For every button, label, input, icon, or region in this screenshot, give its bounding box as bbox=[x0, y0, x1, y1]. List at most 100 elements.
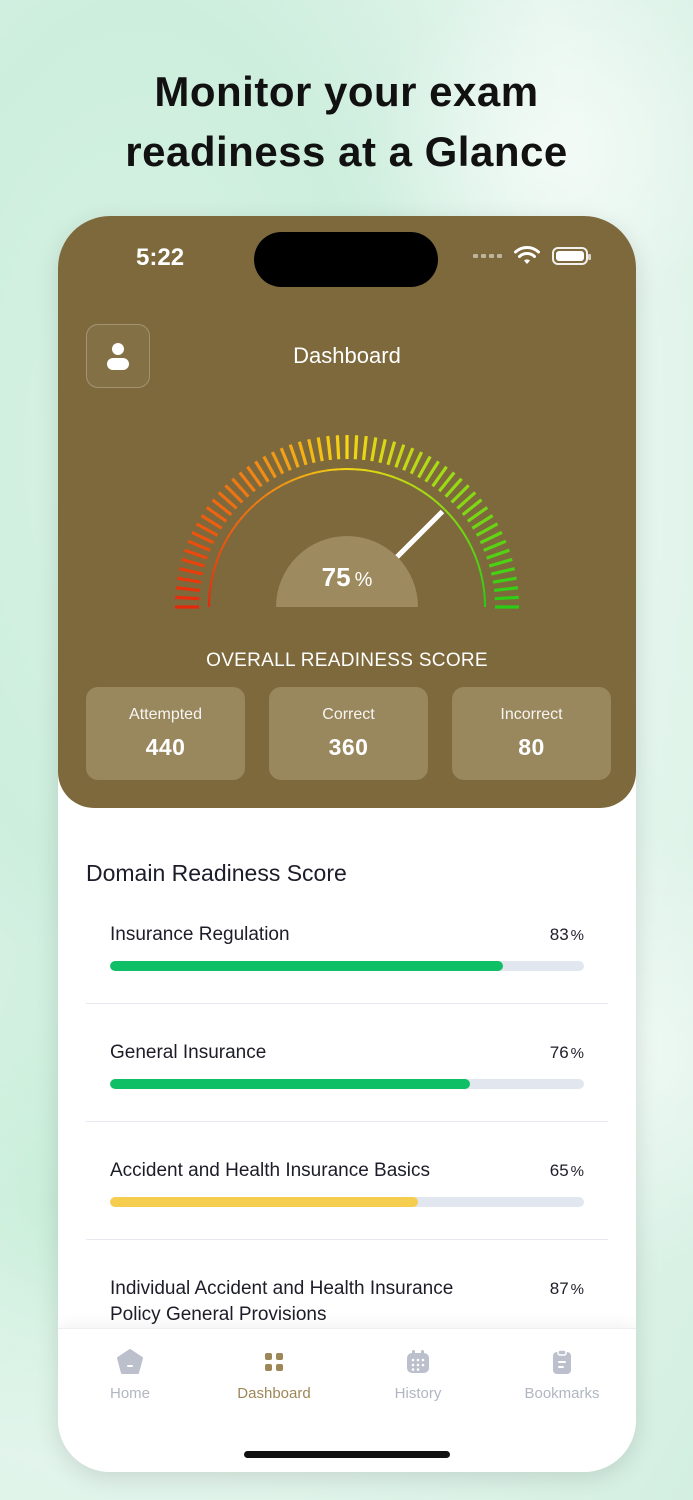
domain-progress-fill bbox=[110, 1079, 471, 1089]
gauge-percent-sign: % bbox=[355, 569, 373, 591]
domain-progress-fill bbox=[110, 961, 504, 971]
domain-percent: 76% bbox=[550, 1040, 584, 1067]
gauge-tick bbox=[378, 438, 387, 464]
gauge-tick bbox=[175, 586, 201, 593]
status-time: 5:22 bbox=[136, 244, 185, 271]
gauge-inner-arc-segment bbox=[208, 592, 211, 600]
gauge-inner-arc-segment bbox=[427, 494, 435, 501]
phone-frame: 5:22 Dashboard 75% OVERALL READINESS SCO… bbox=[58, 216, 636, 1472]
domain-item-general-insurance[interactable]: General Insurance 76% bbox=[86, 1004, 608, 1122]
domain-percent-value: 76 bbox=[549, 1043, 569, 1062]
gauge-tick bbox=[270, 451, 285, 475]
gauge-inner-arc-segment bbox=[443, 508, 451, 516]
gauge-inner-arc-segment bbox=[243, 508, 251, 516]
gauge-inner-arc-segment bbox=[212, 564, 217, 572]
gauge-tick bbox=[181, 557, 206, 568]
gauge-inner-arc-segment bbox=[409, 483, 417, 489]
gauge-tick bbox=[175, 595, 200, 601]
gauge-needle bbox=[387, 509, 445, 567]
gauge-inner-arc-segment bbox=[415, 486, 423, 493]
domain-percent-value: 83 bbox=[549, 925, 569, 944]
domain-item-insurance-regulation[interactable]: Insurance Regulation 83% bbox=[86, 914, 608, 1004]
gauge-tick bbox=[417, 455, 432, 479]
tab-home[interactable]: Home bbox=[70, 1347, 190, 1402]
gauge-inner-arc-segment bbox=[483, 592, 486, 600]
home-icon bbox=[117, 1349, 143, 1374]
gauge-tick bbox=[479, 530, 503, 545]
stat-value: 80 bbox=[518, 734, 545, 760]
domain-percent-value: 65 bbox=[549, 1161, 569, 1180]
gauge-inner-arc-segment bbox=[325, 468, 333, 472]
gauge-tick bbox=[475, 522, 499, 537]
gauge-inner-arc-segment bbox=[230, 525, 237, 533]
gauge-tick bbox=[386, 441, 397, 466]
gauge-inner-arc-segment bbox=[479, 571, 483, 579]
gauge-inner-arc-segment bbox=[382, 472, 390, 477]
gauge-inner-arc-segment bbox=[361, 468, 369, 472]
tab-label: History bbox=[394, 1385, 442, 1402]
gauge-tick bbox=[316, 437, 324, 462]
domain-percent: 65% bbox=[550, 1158, 584, 1185]
stat-label: Correct bbox=[322, 706, 375, 723]
gauge-tick bbox=[279, 447, 292, 471]
gauge-inner-arc-segment bbox=[482, 585, 486, 593]
tab-dashboard[interactable]: Dashboard bbox=[214, 1347, 334, 1402]
gauge-tick bbox=[177, 576, 202, 584]
gauge-inner-arc-segment bbox=[226, 531, 233, 539]
gauge-inner-arc-segment bbox=[311, 471, 319, 475]
gauge-inner-arc-segment bbox=[375, 471, 383, 475]
gauge-inner-arc-segment bbox=[457, 525, 464, 533]
dashboard-hero: 5:22 Dashboard 75% OVERALL READINESS SCO… bbox=[58, 216, 636, 808]
gauge-tick bbox=[370, 437, 378, 462]
gauge-inner-arc-segment bbox=[433, 498, 441, 506]
domain-percent-sign: % bbox=[570, 927, 584, 944]
dashboard-icon bbox=[265, 1353, 283, 1371]
battery-icon bbox=[552, 247, 591, 265]
gauge-inner-arc-segment bbox=[461, 531, 468, 539]
stat-correct: Correct 360 bbox=[269, 687, 428, 780]
domain-progress-fill bbox=[110, 1197, 419, 1207]
tab-bookmarks[interactable]: Bookmarks bbox=[502, 1347, 622, 1402]
domain-percent-value: 87 bbox=[549, 1279, 569, 1298]
domain-item-accident-health-basics[interactable]: Accident and Health Insurance Basics 65% bbox=[86, 1122, 608, 1240]
gauge-tick bbox=[191, 530, 215, 545]
domain-progress-bar bbox=[110, 961, 584, 971]
page-title: Dashboard bbox=[293, 343, 401, 368]
tab-history[interactable]: History bbox=[358, 1347, 478, 1402]
gauge-tick bbox=[353, 435, 359, 460]
gauge-tick bbox=[307, 438, 316, 464]
gauge-inner-arc-segment bbox=[217, 550, 222, 558]
gauge-inner-arc-segment bbox=[474, 557, 480, 565]
domain-name: Accident and Health Insurance Basics bbox=[110, 1160, 431, 1181]
gauge-tick bbox=[493, 586, 519, 593]
gauge-inner-arc-segment bbox=[234, 519, 241, 527]
gauge-inner-arc-segment bbox=[211, 571, 215, 579]
gauge-tick bbox=[297, 441, 308, 466]
gauge-inner-arc-segment bbox=[223, 537, 229, 545]
promo-headline: Monitor your exam readiness at a Glance bbox=[0, 62, 693, 182]
tab-label: Dashboard bbox=[237, 1385, 311, 1402]
gauge-inner-arc-segment bbox=[248, 503, 256, 511]
gauge-inner-arc-segment bbox=[448, 513, 456, 521]
gauge-tick bbox=[490, 567, 516, 576]
gauge-inner-arc-segment bbox=[283, 480, 292, 485]
home-indicator bbox=[244, 1451, 450, 1458]
gauge-tick bbox=[361, 435, 368, 461]
gauge-inner-arc-segment bbox=[354, 468, 362, 471]
headline-line-1: Monitor your exam bbox=[154, 68, 539, 115]
domain-section-title: Domain Readiness Score bbox=[86, 860, 347, 886]
gauge-tick bbox=[494, 595, 519, 601]
domain-name: Insurance Regulation bbox=[110, 924, 290, 945]
gauge-inner-arc-segment bbox=[304, 472, 312, 477]
stat-label: Attempted bbox=[129, 706, 202, 723]
tab-label: Bookmarks bbox=[524, 1385, 600, 1402]
gauge-inner-arc-segment bbox=[214, 557, 220, 565]
domain-percent-sign: % bbox=[570, 1045, 584, 1062]
gauge-inner-arc-segment bbox=[208, 585, 212, 593]
gauge-inner-arc-segment bbox=[265, 490, 273, 497]
gauge-tick bbox=[394, 444, 406, 468]
gauge-tick bbox=[195, 522, 219, 537]
cellular-signal-icon bbox=[473, 254, 502, 258]
gauge-inner-arc-segment bbox=[438, 503, 446, 511]
wifi-icon bbox=[514, 246, 540, 264]
